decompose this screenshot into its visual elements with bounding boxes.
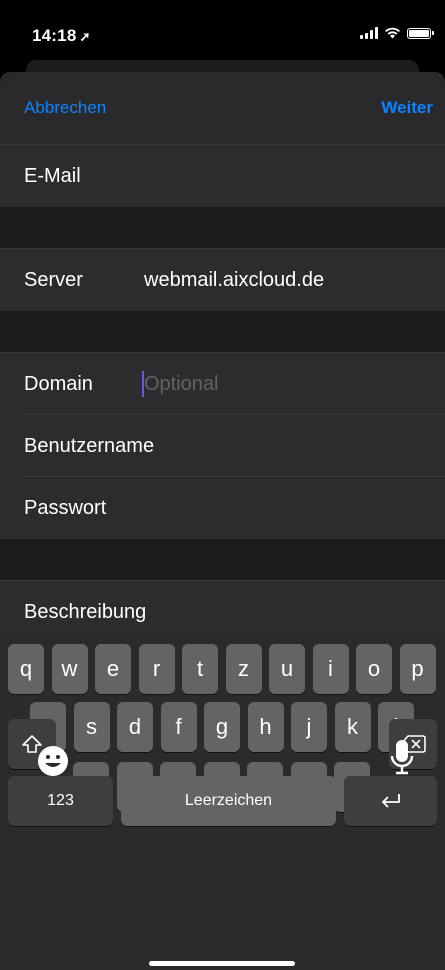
password-label: Passwort <box>24 497 107 519</box>
username-label: Benutzername <box>24 435 155 457</box>
microphone-icon <box>390 740 414 775</box>
numbers-key[interactable]: 123 <box>8 776 113 826</box>
keyboard: qwertzuiop asdfghjkl yxcvbnm 123 Leerzei… <box>0 632 445 970</box>
location-arrow-icon: ➚ <box>79 29 91 44</box>
home-indicator[interactable] <box>149 961 295 966</box>
signal-icon <box>360 27 378 39</box>
key-k[interactable]: k <box>334 702 371 752</box>
wifi-icon <box>385 27 400 39</box>
key-z[interactable]: z <box>225 644 262 694</box>
key-f[interactable]: f <box>160 702 197 752</box>
description-row[interactable]: Beschreibung <box>0 581 445 632</box>
key-r[interactable]: r <box>138 644 175 694</box>
description-label: Beschreibung <box>24 601 147 623</box>
key-t[interactable]: t <box>182 644 218 694</box>
domain-field[interactable]: Optional <box>144 353 219 415</box>
status-indicators <box>360 27 434 39</box>
navigation-bar: Abbrechen Weiter <box>0 72 445 145</box>
domain-row[interactable]: Domain Optional <box>0 353 445 415</box>
email-label: E-Mail <box>24 165 81 187</box>
status-bar: 14:18 ➚ <box>0 0 445 64</box>
time-text: 14:18 <box>32 26 77 45</box>
section-gap <box>0 539 445 581</box>
return-icon <box>381 794 400 808</box>
key-p[interactable]: p <box>399 644 436 694</box>
key-e[interactable]: e <box>95 644 131 694</box>
server-label: Server <box>24 269 83 291</box>
space-key[interactable]: Leerzeichen <box>121 776 336 826</box>
key-s[interactable]: s <box>73 702 110 752</box>
username-row[interactable]: Benutzername <box>0 415 445 477</box>
emoji-key[interactable] <box>36 744 70 783</box>
key-u[interactable]: u <box>269 644 305 694</box>
battery-icon <box>407 27 434 39</box>
return-key[interactable] <box>344 776 437 826</box>
section-gap <box>0 311 445 353</box>
dictation-key[interactable] <box>388 738 416 783</box>
section-gap <box>0 207 445 249</box>
account-setup-sheet: Abbrechen Weiter E-Mail Server webmail.a… <box>0 72 445 632</box>
cancel-button[interactable]: Abbrechen <box>24 98 106 118</box>
next-button[interactable]: Weiter <box>381 98 433 118</box>
key-d[interactable]: d <box>117 702 153 752</box>
emoji-icon <box>38 746 68 776</box>
server-field[interactable]: webmail.aixcloud.de <box>144 249 324 311</box>
key-o[interactable]: o <box>356 644 392 694</box>
key-w[interactable]: w <box>51 644 88 694</box>
key-h[interactable]: h <box>247 702 284 752</box>
server-row[interactable]: Server webmail.aixcloud.de <box>0 249 445 311</box>
key-g[interactable]: g <box>204 702 240 752</box>
status-time: 14:18 ➚ <box>32 26 91 46</box>
domain-label: Domain <box>24 373 93 395</box>
key-q[interactable]: q <box>8 644 44 694</box>
key-i[interactable]: i <box>312 644 349 694</box>
key-j[interactable]: j <box>291 702 327 752</box>
password-row[interactable]: Passwort <box>0 477 445 539</box>
text-cursor <box>142 371 144 397</box>
email-row[interactable]: E-Mail <box>0 145 445 207</box>
